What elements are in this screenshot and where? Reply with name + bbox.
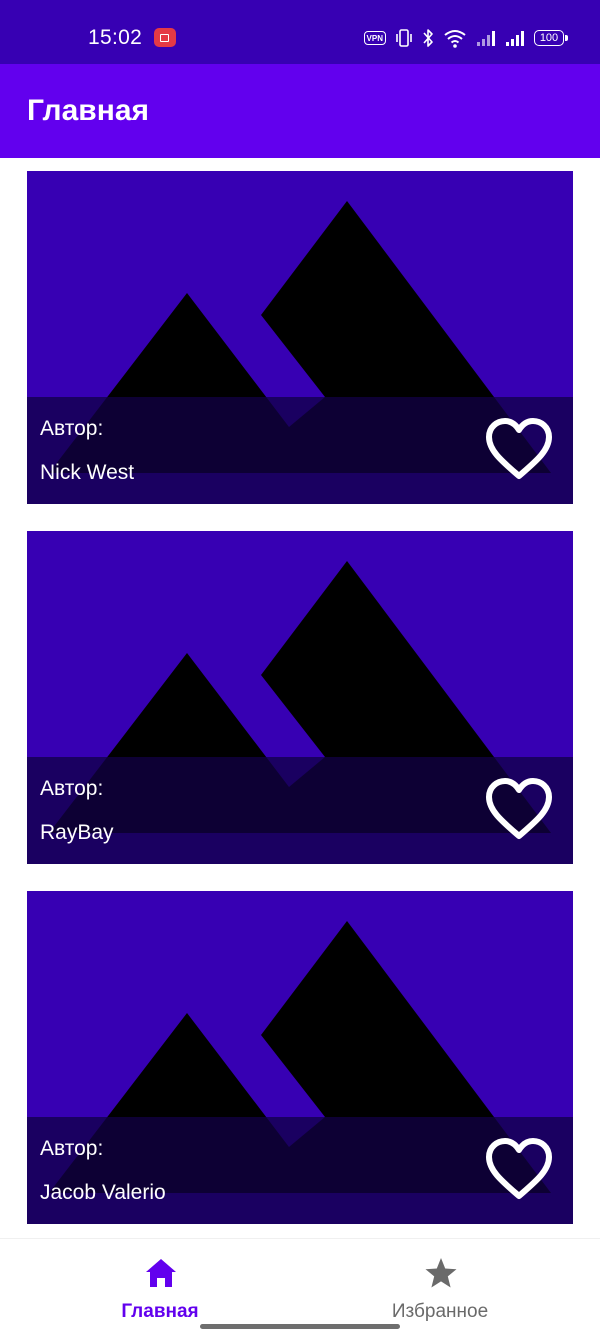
screen-record-icon: [154, 28, 176, 47]
status-time: 15:02: [88, 26, 143, 49]
favorite-heart-icon[interactable]: [483, 1136, 555, 1204]
author-name: Jacob Valerio: [40, 1181, 166, 1204]
author-name: Nick West: [40, 461, 135, 484]
author-label: Автор:: [40, 417, 104, 440]
battery-icon: 100: [534, 30, 568, 46]
home-icon: [146, 1259, 176, 1287]
favorite-heart-icon[interactable]: [483, 416, 555, 484]
bluetooth-icon: [423, 29, 433, 47]
status-bar: 15:02 VPN 100: [0, 0, 600, 64]
image-card[interactable]: Автор: Jacob Valerio: [27, 891, 573, 1224]
image-card[interactable]: Автор: Nick West: [27, 171, 573, 504]
image-card[interactable]: Автор: RayBay: [27, 531, 573, 864]
page-title: Главная: [27, 94, 150, 127]
bottom-navigation: Главная Избранное: [0, 1238, 600, 1334]
nav-item-favorites[interactable]: Избранное: [290, 1239, 590, 1334]
author-label: Автор:: [40, 1137, 104, 1160]
gesture-navigation-bar[interactable]: [200, 1324, 400, 1329]
nav-item-home[interactable]: Главная: [10, 1239, 310, 1334]
signal-icon-sim1: [477, 31, 495, 46]
author-label: Автор:: [40, 777, 104, 800]
status-icons: VPN 100: [363, 26, 568, 50]
vibrate-icon: [396, 29, 412, 47]
wifi-icon: [444, 30, 466, 48]
author-name: RayBay: [40, 821, 114, 844]
vpn-icon: VPN: [363, 31, 386, 45]
nav-label-favorites: Избранное: [391, 1301, 489, 1322]
favorite-heart-icon[interactable]: [483, 776, 555, 844]
signal-icon-sim2: [506, 31, 524, 46]
app-bar: Главная: [0, 64, 600, 158]
star-icon: [425, 1258, 457, 1288]
nav-label-home: Главная: [121, 1301, 199, 1322]
image-feed[interactable]: Автор: Nick West Автор: RayBay Автор: Ja…: [0, 158, 600, 1238]
